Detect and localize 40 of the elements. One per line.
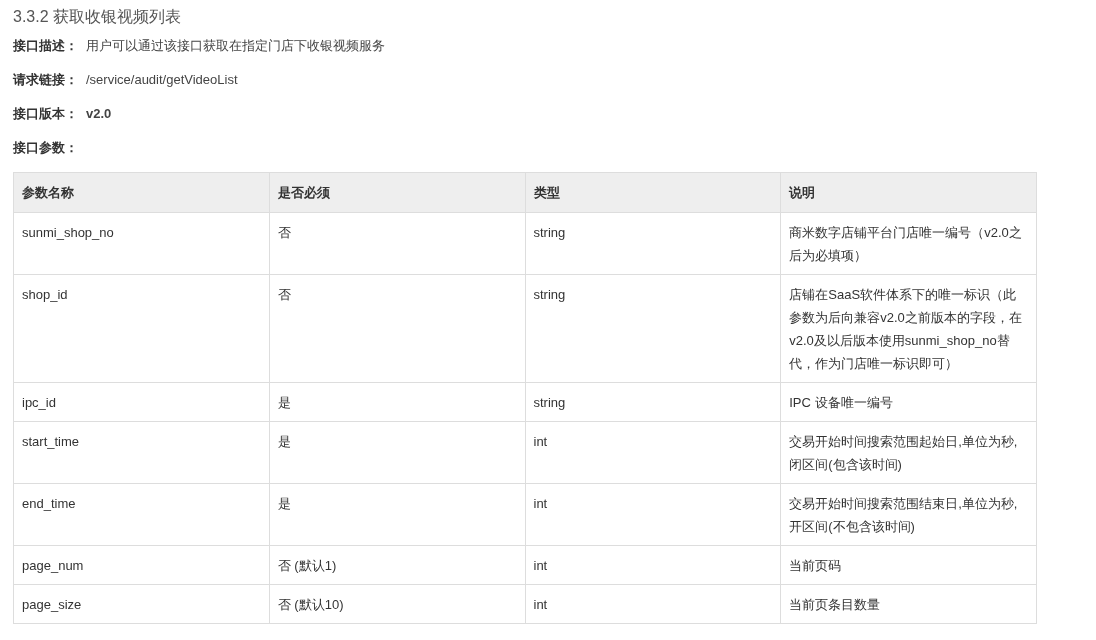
table-cell: sunmi_shop_no <box>13 212 270 275</box>
table-cell: 否 <box>269 212 525 275</box>
table-cell: 店铺在SaaS软件体系下的唯一标识（此参数为后向兼容v2.0之前版本的字段，在v2.0及以后版本使用sunmi_shop_no替代，作为门店唯一标识即可） <box>780 274 1037 383</box>
column-header: 参数名称 <box>13 172 270 213</box>
table-cell: 商米数字店铺平台门店唯一编号（v2.0之后为必填项） <box>780 212 1037 275</box>
field-value: v2.0 <box>86 105 112 123</box>
table-cell: ipc_id <box>13 382 270 422</box>
table-cell: string <box>525 274 781 383</box>
table-cell: page_size <box>13 584 270 624</box>
table-cell: string <box>525 212 781 275</box>
field-label: 接口版本： <box>13 105 78 123</box>
table-cell: 是 <box>269 483 525 546</box>
table-cell: 否 <box>269 274 525 383</box>
table-cell: 当前页码 <box>780 545 1037 585</box>
field-label: 请求链接： <box>13 71 78 89</box>
table-cell: 是 <box>269 382 525 422</box>
table-cell: int <box>525 483 781 546</box>
field-label: 接口描述： <box>13 37 78 55</box>
field-label: 接口参数： <box>13 139 78 157</box>
table-cell: IPC 设备唯一编号 <box>780 382 1037 422</box>
column-header: 说明 <box>780 172 1037 213</box>
column-header: 类型 <box>525 172 781 213</box>
table-cell: 是 <box>269 421 525 484</box>
table-cell: 否 (默认1) <box>269 545 525 585</box>
table-cell: 交易开始时间搜索范围结束日,单位为秒,开区间(不包含该时间) <box>780 483 1037 546</box>
table-cell: 交易开始时间搜索范围起始日,单位为秒,闭区间(包含该时间) <box>780 421 1037 484</box>
table-cell: end_time <box>13 483 270 546</box>
field-value: /service/audit/getVideoList <box>86 71 238 89</box>
table-cell: 否 (默认10) <box>269 584 525 624</box>
table-cell: int <box>525 545 781 585</box>
table-cell: int <box>525 421 781 484</box>
table-cell: 当前页条目数量 <box>780 584 1037 624</box>
table-cell: page_num <box>13 545 270 585</box>
table-cell: int <box>525 584 781 624</box>
column-header: 是否必须 <box>269 172 525 213</box>
table-cell: start_time <box>13 421 270 484</box>
table-cell: string <box>525 382 781 422</box>
table-cell: shop_id <box>13 274 270 383</box>
section-heading: 3.3.2 获取收银视频列表 <box>13 7 183 27</box>
field-value: 用户可以通过该接口获取在指定门店下收银视频服务 <box>86 37 385 55</box>
